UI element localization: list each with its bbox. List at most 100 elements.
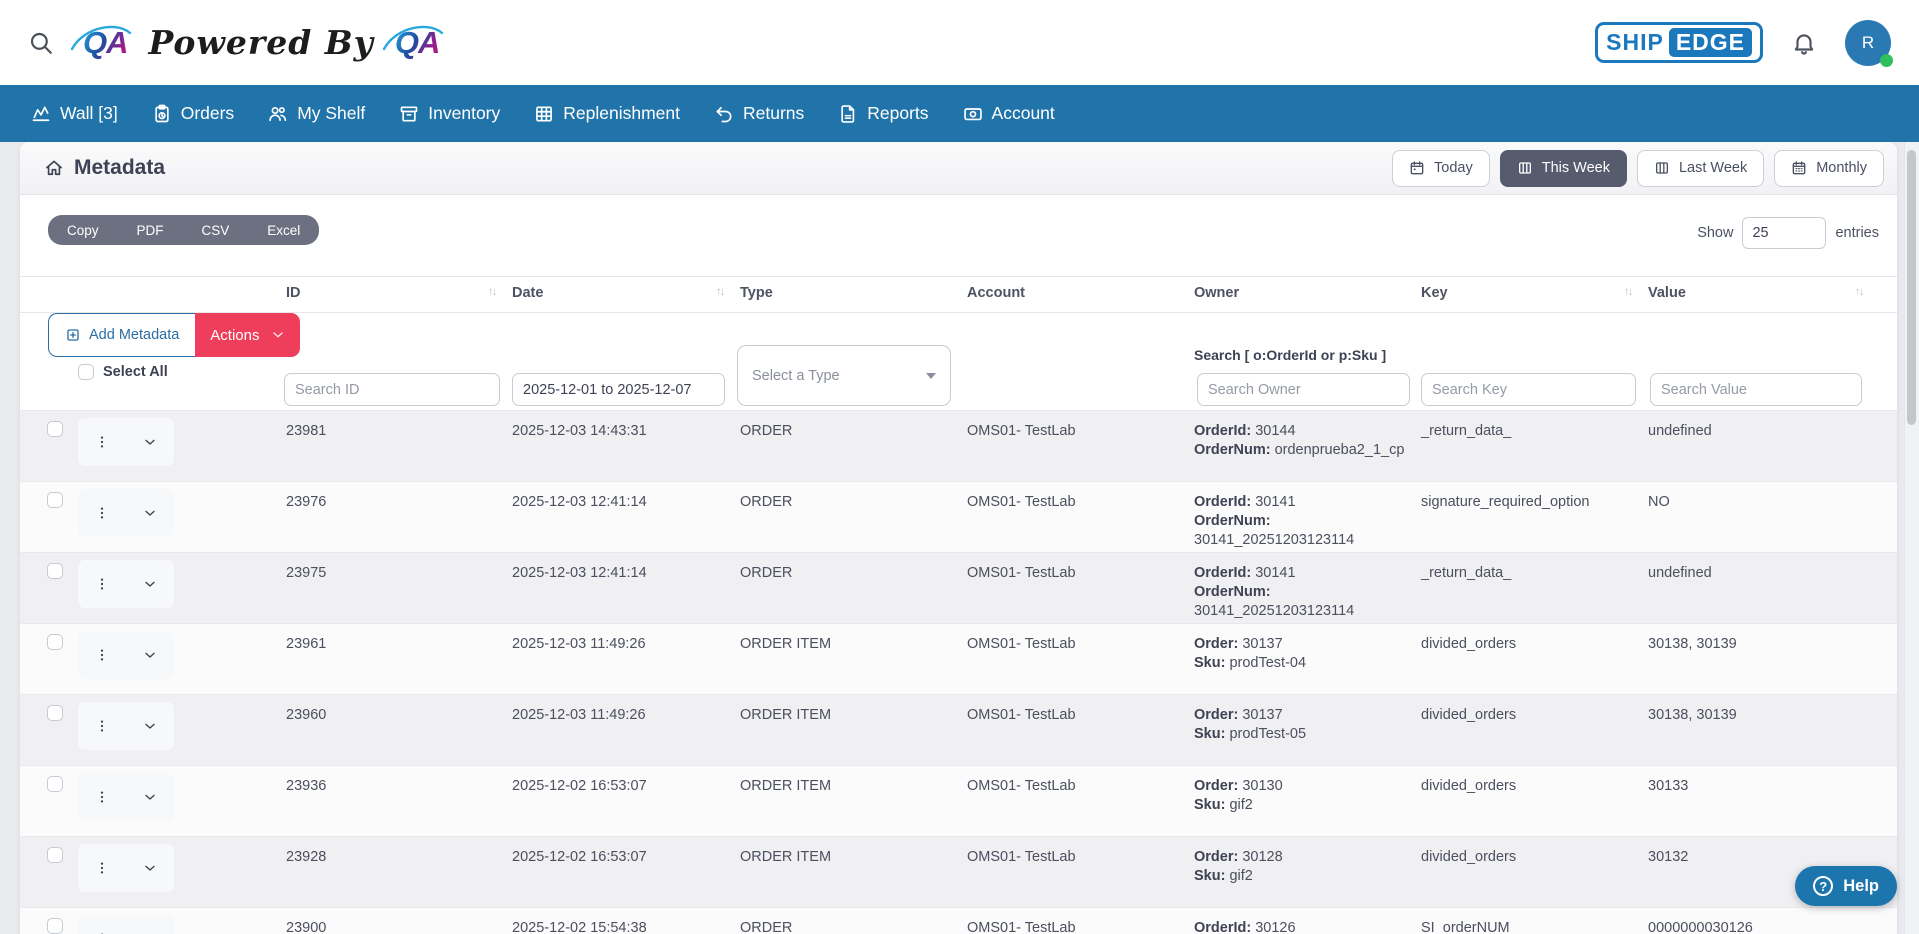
row-checkbox[interactable] [47,634,63,650]
row-checkbox[interactable] [47,847,63,863]
date-range-input[interactable] [512,373,725,406]
show-entries: Show entries [1697,217,1879,249]
help-button[interactable]: ? Help [1795,866,1897,906]
cell-owner: Order: 30128Sku: gif2 [1194,848,1412,886]
row-kebab-menu-icon[interactable] [94,789,110,805]
range-button-this-week[interactable]: This Week [1500,150,1627,187]
sort-icon[interactable]: ↑↓ [716,286,724,298]
search-key-input[interactable] [1421,373,1636,406]
row-checkbox[interactable] [47,776,63,792]
row-expand-chevron-icon[interactable] [142,860,158,876]
nav-item-orders[interactable]: Orders [135,85,251,142]
shipedge-logo-ship: SHIP [1606,29,1664,56]
export-button-excel[interactable]: Excel [248,223,319,238]
row-kebab-menu-icon[interactable] [94,434,110,450]
row-kebab-menu-icon[interactable] [94,860,110,876]
owner-field-label: Order: [1194,707,1238,723]
nav-item-reports[interactable]: Reports [821,85,945,142]
search-icon[interactable] [28,30,54,56]
column-header-key[interactable]: Key [1421,285,1448,301]
column-header-value[interactable]: Value [1648,285,1686,301]
users-icon [268,104,288,124]
row-expand-chevron-icon[interactable] [142,789,158,805]
week-columns-icon [1654,160,1670,176]
export-button-pdf[interactable]: PDF [118,223,183,238]
chevron-down-icon [271,328,285,342]
actions-button[interactable]: Actions [195,313,299,357]
column-header-type: Type [740,285,773,301]
cell-account: OMS01- TestLab [967,848,1177,867]
range-button-last-week[interactable]: Last Week [1637,150,1764,187]
row-kebab-menu-icon[interactable] [94,505,110,521]
notifications-bell-icon[interactable] [1791,30,1817,56]
row-checkbox[interactable] [47,563,63,579]
cell-id: 23981 [286,422,486,441]
search-value-input[interactable] [1650,373,1862,406]
row-kebab-menu-icon[interactable] [94,718,110,734]
row-kebab-menu-icon[interactable] [94,576,110,592]
cell-value: undefined [1648,422,1883,441]
row-checkbox[interactable] [47,492,63,508]
row-expand-chevron-icon[interactable] [142,718,158,734]
owner-field-label: OrderId: [1194,494,1251,510]
sort-icon[interactable]: ↑↓ [488,286,496,298]
row-expand-chevron-icon[interactable] [142,505,158,521]
show-label: Show [1697,225,1733,241]
cell-id: 23975 [286,564,486,583]
nav-item-wall-3[interactable]: Wall [3] [14,85,135,142]
wall-chart-icon [31,104,51,124]
row-expand-chevron-icon[interactable] [142,576,158,592]
week-columns-icon [1517,160,1533,176]
money-card-icon [963,104,983,124]
sort-icon[interactable]: ↑↓ [1624,286,1632,298]
column-header-owner: Owner [1194,285,1239,301]
export-button-csv[interactable]: CSV [183,223,249,238]
type-select-placeholder: Select a Type [752,368,840,384]
row-expand-chevron-icon[interactable] [142,647,158,663]
row-controls [78,773,174,821]
shipedge-logo[interactable]: SHIP EDGE [1595,22,1763,63]
sort-icon[interactable]: ↑↓ [1855,286,1863,298]
scrollbar-thumb[interactable] [1907,150,1916,425]
owner-field-label: OrderNum: [1194,513,1271,529]
row-kebab-menu-icon[interactable] [94,647,110,663]
cell-id: 23976 [286,493,486,512]
export-button-copy[interactable]: Copy [48,223,118,238]
nav-item-replenishment[interactable]: Replenishment [517,85,697,142]
row-controls [78,844,174,892]
row-controls [78,702,174,750]
type-select[interactable]: Select a Type [737,345,951,406]
table-row: 23981 2025-12-03 14:43:31 ORDER OMS01- T… [20,410,1897,481]
row-checkbox[interactable] [47,705,63,721]
row-checkbox[interactable] [47,421,63,437]
table-row: 23960 2025-12-03 11:49:26 ORDER ITEM OMS… [20,694,1897,765]
brand-logo: QA Powered By QA [78,23,444,62]
row-checkbox[interactable] [47,918,63,934]
cell-date: 2025-12-02 16:53:07 [512,777,722,796]
column-header-id[interactable]: ID [286,285,301,301]
cell-type: ORDER [740,564,950,583]
select-all-checkbox[interactable] [78,364,94,380]
question-icon: ? [1813,876,1833,896]
range-button-monthly[interactable]: Monthly [1774,150,1884,187]
cell-owner: Order: 30137Sku: prodTest-05 [1194,706,1412,744]
nav-item-inventory[interactable]: Inventory [382,85,517,142]
user-avatar[interactable]: R [1845,20,1891,66]
nav-item-account[interactable]: Account [946,85,1072,142]
row-expand-chevron-icon[interactable] [142,434,158,450]
range-button-today[interactable]: Today [1392,150,1490,187]
row-controls [78,418,174,466]
cell-type: ORDER [740,919,950,934]
nav-item-my-shelf[interactable]: My Shelf [251,85,382,142]
search-id-input[interactable] [284,373,500,406]
page-title-text: Metadata [74,156,165,180]
cell-key: _return_data_ [1421,422,1639,441]
nav-item-label: Wall [3] [60,103,118,124]
add-metadata-button[interactable]: Add Metadata [48,313,195,357]
search-owner-input[interactable] [1197,373,1410,406]
owner-field-label: OrderNum: [1194,584,1271,600]
column-header-date[interactable]: Date [512,285,543,301]
entries-count-input[interactable] [1742,217,1826,249]
nav-item-returns[interactable]: Returns [697,85,821,142]
add-metadata-label: Add Metadata [89,327,179,343]
